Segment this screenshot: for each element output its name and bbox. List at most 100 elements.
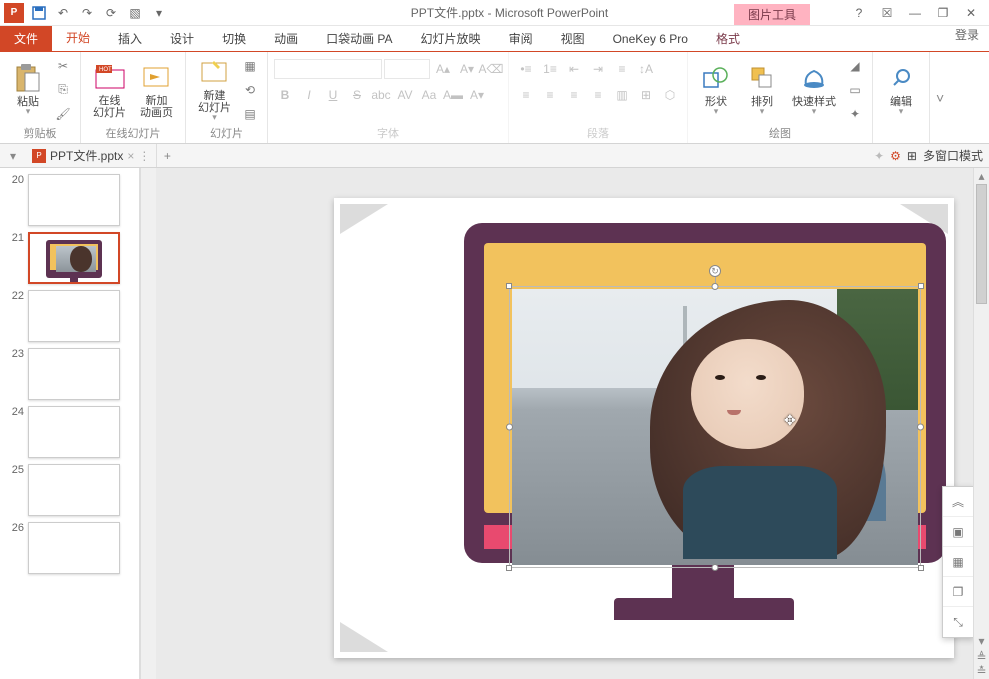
spacing-icon[interactable]: AV [394,84,416,106]
slide-thumb[interactable]: 25 [4,464,137,516]
bullets-icon[interactable]: •≡ [515,58,537,80]
start-show-icon[interactable]: ▧ [124,2,146,24]
tab-view[interactable]: 视图 [547,26,599,51]
login-link[interactable]: 登录 [945,26,989,51]
close-tab-icon[interactable]: × [127,149,134,163]
qat-more-icon[interactable]: ▾ [148,2,170,24]
rotate-handle[interactable]: ↻ [709,265,721,277]
layout-icon[interactable]: ▦ [239,55,261,77]
numbering-icon[interactable]: 1≡ [539,58,561,80]
selection-frame[interactable]: ↻ [509,286,921,568]
new-slide-button[interactable]: 新建 幻灯片 ▾ [192,54,237,125]
gear-icon[interactable]: ⚙ [890,149,901,163]
expand-panel-icon[interactable]: ︽ [943,487,973,517]
add-tab-icon[interactable]: + [157,149,177,163]
resize-handle[interactable] [918,565,924,571]
justify-icon[interactable]: ≡ [587,84,609,106]
shape-effects-icon[interactable]: ✦ [844,103,866,125]
slide-thumb[interactable]: 20 [4,174,137,226]
save-icon[interactable] [28,2,50,24]
resize-handle[interactable] [712,564,719,571]
align-obj-icon[interactable]: ⊞ [635,84,657,106]
clear-format-icon[interactable]: A⌫ [480,58,502,80]
section-icon[interactable]: ▤ [239,103,261,125]
align-center-icon[interactable]: ≡ [539,84,561,106]
align-right-icon[interactable]: ≡ [563,84,585,106]
edit-button[interactable]: 编辑 ▾ [879,60,923,119]
minimize-icon[interactable]: ― [905,3,925,23]
ribbon-display-icon[interactable]: ☒ [877,3,897,23]
format-painter-icon[interactable]: 🖌 [52,103,74,125]
font-size-input[interactable] [384,59,430,79]
shape-fill-icon[interactable]: ◢ [844,55,866,77]
smartart-icon[interactable]: ⬡ [659,84,681,106]
slide-panel[interactable]: 20 21 22 23 24 25 26 [0,168,140,679]
resize-handle[interactable] [506,565,512,571]
shape-outline-icon[interactable]: ▭ [844,79,866,101]
shapes-button[interactable]: 形状 ▾ [694,60,738,119]
thumb-scrollbar[interactable] [140,168,156,679]
slide-thumb[interactable]: 23 [4,348,137,400]
multi-window-icon[interactable]: ⊞ [907,149,917,163]
size-icon[interactable]: ⤡ [943,607,973,637]
bold-icon[interactable]: B [274,84,296,106]
tab-transitions[interactable]: 切换 [208,26,260,51]
arrange-button[interactable]: 排列 ▾ [740,60,784,119]
tab-onekey[interactable]: OneKey 6 Pro [599,26,702,51]
doc-list-icon[interactable]: ▾ [4,147,22,165]
canvas-scrollbar[interactable]: ▴ ▾ ≜ ≛ [973,168,989,679]
copy-icon[interactable]: ⎘ [52,79,74,101]
slide-thumb[interactable]: 24 [4,406,137,458]
layers-icon[interactable]: ❐ [943,577,973,607]
tab-review[interactable]: 审阅 [495,26,547,51]
align-left-icon[interactable]: ≡ [515,84,537,106]
resize-handle[interactable] [917,424,924,431]
scroll-thumb[interactable] [976,184,987,304]
reset-icon[interactable]: ⟲ [239,79,261,101]
shrink-font-icon[interactable]: A▾ [456,58,478,80]
slide-thumb[interactable]: 22 [4,290,137,342]
paste-button[interactable]: 粘贴 ▾ [6,60,50,119]
redo-icon[interactable]: ↷ [76,2,98,24]
font-family-input[interactable] [274,59,382,79]
quick-style-button[interactable]: 快速样式 ▾ [786,60,842,119]
italic-icon[interactable]: I [298,84,320,106]
collapse-ribbon-icon[interactable]: ˅ [930,90,950,106]
slide-thumb[interactable]: 26 [4,522,137,574]
tab-animations[interactable]: 动画 [260,26,312,51]
close-icon[interactable]: ✕ [961,3,981,23]
cut-icon[interactable]: ✂ [52,55,74,77]
multi-window-label[interactable]: 多窗口模式 [923,147,983,164]
indent-inc-icon[interactable]: ⇥ [587,58,609,80]
tab-file[interactable]: 文件 [0,26,52,51]
tab-pocket[interactable]: 口袋动画 PA [312,26,406,51]
doc-tab[interactable]: P PPT文件.pptx × ⋮ [26,144,157,167]
grow-font-icon[interactable]: A▴ [432,58,454,80]
indent-dec-icon[interactable]: ⇤ [563,58,585,80]
new-anim-button[interactable]: 新加 动画页 [134,59,179,121]
font-color-icon[interactable]: A▾ [466,84,488,106]
undo-icon[interactable]: ↶ [52,2,74,24]
layout-tool-icon[interactable]: ▦ [943,547,973,577]
resize-handle[interactable] [506,424,513,431]
canvas-area[interactable]: ↻ ✥ ︽ ▣ ▦ ❐ ⤡ ▴ ▾ ≜ ≛ [156,168,989,679]
pin-icon[interactable]: ✦ [874,149,884,163]
resize-handle[interactable] [918,283,924,289]
columns-icon[interactable]: ▥ [611,84,633,106]
next-slide-icon[interactable]: ≛ [974,663,989,679]
strike-icon[interactable]: S [346,84,368,106]
scroll-up-icon[interactable]: ▴ [974,168,989,184]
shadow-icon[interactable]: abc [370,84,392,106]
slide-thumb[interactable]: 21 [4,232,137,284]
tab-format[interactable]: 格式 [702,26,754,51]
tab-slideshow[interactable]: 幻灯片放映 [407,26,495,51]
help-icon[interactable]: ? [849,3,869,23]
tab-design[interactable]: 设计 [156,26,208,51]
resize-handle[interactable] [712,283,719,290]
restore-icon[interactable]: ❐ [933,3,953,23]
scroll-down-icon[interactable]: ▾ [974,633,989,649]
refresh-icon[interactable]: ⟳ [100,2,122,24]
font-highlight-icon[interactable]: A▬ [442,84,464,106]
tab-home[interactable]: 开始 [52,26,104,51]
case-icon[interactable]: Aa [418,84,440,106]
